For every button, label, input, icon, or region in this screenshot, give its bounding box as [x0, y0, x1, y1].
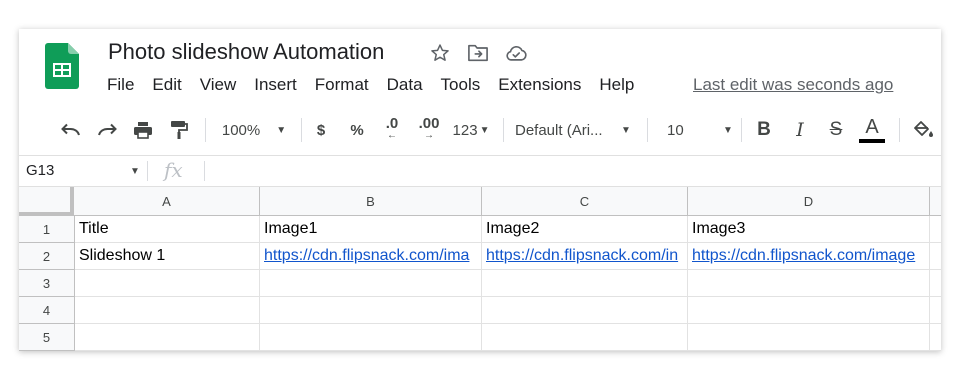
- cell-a1[interactable]: Title: [75, 216, 260, 243]
- row-header-3[interactable]: 3: [19, 270, 75, 297]
- chevron-down-icon: ▼: [621, 124, 631, 136]
- name-box[interactable]: G13: [26, 162, 54, 179]
- cell-e3[interactable]: [930, 270, 941, 297]
- cell-a3[interactable]: [75, 270, 260, 297]
- column-header-a[interactable]: A: [74, 187, 260, 216]
- cell-c5[interactable]: [482, 324, 688, 351]
- font-size-value: 10: [667, 121, 684, 139]
- cell-e4[interactable]: [930, 297, 941, 324]
- percent-format-button[interactable]: %: [345, 105, 369, 155]
- more-formats-label: 123: [452, 121, 478, 139]
- text-color-button[interactable]: A: [857, 105, 887, 155]
- undo-icon[interactable]: [57, 105, 85, 155]
- cell-c3[interactable]: [482, 270, 688, 297]
- cell-c1[interactable]: Image2: [482, 216, 688, 243]
- menu-insert[interactable]: Insert: [254, 75, 297, 95]
- menu-tools[interactable]: Tools: [441, 75, 481, 95]
- cell-b5[interactable]: [260, 324, 482, 351]
- menu-file[interactable]: File: [107, 75, 134, 95]
- zoom-select[interactable]: 100% ▼: [217, 105, 291, 155]
- cell-b2-link[interactable]: https://cdn.flipsnack.com/ima: [260, 243, 482, 270]
- cell-d4[interactable]: [688, 297, 930, 324]
- increase-decimal-label: .00: [418, 115, 440, 132]
- cell-b3[interactable]: [260, 270, 482, 297]
- decrease-decimal-label: .0: [385, 115, 399, 132]
- text-color-letter: A: [865, 116, 879, 138]
- column-header-e[interactable]: [930, 187, 941, 216]
- chevron-down-icon[interactable]: ▼: [130, 166, 140, 177]
- spreadsheet-window: Photo slideshow Automation File Edit Vie…: [19, 29, 941, 351]
- cell-e2[interactable]: [930, 243, 941, 270]
- arrow-left-icon: ←: [387, 130, 397, 141]
- row-header-1[interactable]: 1: [19, 216, 75, 243]
- title-actions: [427, 41, 529, 65]
- cell-d3[interactable]: [688, 270, 930, 297]
- decrease-decimal-button[interactable]: .0 ←: [377, 105, 407, 155]
- cell-a4[interactable]: [75, 297, 260, 324]
- font-size-select[interactable]: 10 ▼: [659, 105, 733, 155]
- more-formats-select[interactable]: 123 ▼: [449, 105, 493, 155]
- font-family-select[interactable]: Default (Ari... ▼: [515, 105, 639, 155]
- fill-color-icon[interactable]: [909, 105, 937, 155]
- chevron-down-icon: ▼: [723, 124, 733, 136]
- cell-a5[interactable]: [75, 324, 260, 351]
- cell-b1[interactable]: Image1: [260, 216, 482, 243]
- font-family-value: Default (Ari...: [515, 121, 603, 139]
- menu-format[interactable]: Format: [315, 75, 369, 95]
- arrow-right-icon: →: [424, 130, 434, 141]
- row-header-5[interactable]: 5: [19, 324, 75, 351]
- cell-d5[interactable]: [688, 324, 930, 351]
- cloud-saved-icon[interactable]: [503, 41, 529, 65]
- toolbar-divider: [741, 118, 742, 142]
- sheets-logo-icon[interactable]: [45, 43, 79, 89]
- last-edit-link[interactable]: Last edit was seconds ago: [693, 75, 893, 95]
- paint-format-icon[interactable]: [165, 105, 193, 155]
- fx-icon: fx: [164, 158, 183, 182]
- menu-edit[interactable]: Edit: [152, 75, 181, 95]
- cell-d1[interactable]: Image3: [688, 216, 930, 243]
- toolbar-divider: [301, 118, 302, 142]
- cell-e1[interactable]: [930, 216, 941, 243]
- column-header-d[interactable]: D: [688, 187, 930, 216]
- strikethrough-button[interactable]: S: [823, 105, 849, 155]
- row-header-2[interactable]: 2: [19, 243, 75, 270]
- menu-view[interactable]: View: [200, 75, 237, 95]
- toolbar-divider: [503, 118, 504, 142]
- select-all-corner[interactable]: [19, 187, 74, 216]
- chevron-down-icon: ▼: [276, 124, 287, 136]
- toolbar-divider: [647, 118, 648, 142]
- text-color-swatch: [859, 139, 885, 143]
- cell-c2-link[interactable]: https://cdn.flipsnack.com/in: [482, 243, 688, 270]
- toolbar: 100% ▼ $ % .0 ← .00 → 123 ▼ Default (Ari…: [19, 105, 941, 156]
- menu-extensions[interactable]: Extensions: [498, 75, 581, 95]
- formula-divider: [147, 161, 148, 181]
- toolbar-divider: [899, 118, 900, 142]
- column-header-b[interactable]: B: [260, 187, 482, 216]
- row-header-4[interactable]: 4: [19, 297, 75, 324]
- cell-a2[interactable]: Slideshow 1: [75, 243, 260, 270]
- italic-button[interactable]: I: [787, 105, 813, 155]
- toolbar-divider: [205, 118, 206, 142]
- increase-decimal-button[interactable]: .00 →: [413, 105, 445, 155]
- move-to-folder-icon[interactable]: [465, 41, 491, 65]
- cell-c4[interactable]: [482, 297, 688, 324]
- zoom-value: 100%: [221, 121, 261, 139]
- bold-button[interactable]: B: [751, 105, 777, 155]
- menu-help[interactable]: Help: [599, 75, 634, 95]
- print-icon[interactable]: [129, 105, 157, 155]
- menu-bar: File Edit View Insert Format Data Tools …: [107, 75, 652, 95]
- menu-data[interactable]: Data: [387, 75, 423, 95]
- cell-b4[interactable]: [260, 297, 482, 324]
- document-title[interactable]: Photo slideshow Automation: [108, 39, 384, 65]
- column-header-c[interactable]: C: [482, 187, 688, 216]
- star-icon[interactable]: [427, 41, 453, 65]
- redo-icon[interactable]: [93, 105, 121, 155]
- cell-d2-link[interactable]: https://cdn.flipsnack.com/image: [688, 243, 930, 270]
- currency-format-button[interactable]: $: [309, 105, 333, 155]
- cell-e5[interactable]: [930, 324, 941, 351]
- formula-bar: G13 ▼ fx: [19, 156, 941, 187]
- formula-divider: [204, 161, 205, 181]
- chevron-down-icon: ▼: [479, 124, 490, 136]
